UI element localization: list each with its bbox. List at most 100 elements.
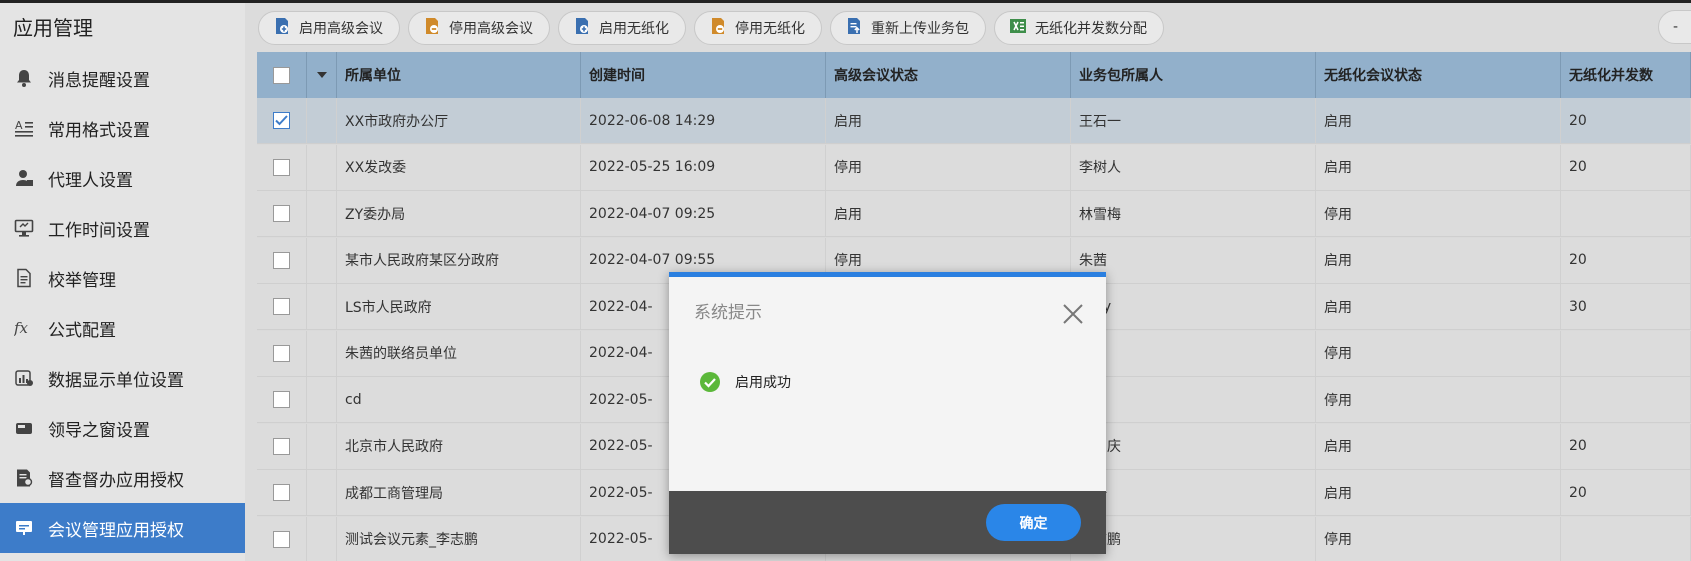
cell-paper: 启用: [1316, 423, 1561, 469]
cell-paper: 停用: [1316, 377, 1561, 422]
sidebar-item-selection[interactable]: 校举管理: [0, 253, 245, 303]
row-checkbox[interactable]: [273, 298, 290, 315]
cell-conc: 20: [1561, 98, 1691, 143]
cell-paper: 启用: [1316, 237, 1561, 283]
cell-owner: 王石一: [1071, 98, 1316, 143]
cell-paper: 启用: [1316, 144, 1561, 190]
window-icon: [0, 418, 48, 438]
user-icon: [0, 168, 48, 188]
sidebar-item-agent[interactable]: 代理人设置: [0, 153, 245, 203]
cell-unit: 朱茜的联络员单位: [337, 330, 581, 376]
cell-unit: ZY委办局: [337, 191, 581, 236]
cell-unit: 某市人民政府某区分政府: [337, 237, 581, 283]
formula-icon: fx: [0, 318, 48, 338]
cell-adv: 停用: [826, 144, 1071, 190]
row-checkbox-cell[interactable]: [257, 516, 307, 561]
reupload-package-button[interactable]: 重新上传业务包: [830, 11, 986, 45]
sidebar-item-label: 校举管理: [48, 270, 116, 291]
header-select-all[interactable]: [257, 52, 307, 98]
sidebar-title: 应用管理: [0, 3, 245, 53]
row-spacer: [307, 470, 337, 515]
cell-unit: XX市政府办公厅: [337, 98, 581, 143]
sidebar-item-supervision[interactable]: 督查督办应用授权: [0, 453, 245, 503]
cell-time: 2022-04-07 09:25: [581, 191, 826, 236]
cell-owner: 李树人: [1071, 144, 1316, 190]
cell-unit: cd: [337, 377, 581, 422]
sidebar-item-label: 领导之窗设置: [48, 420, 150, 441]
cell-owner: lx: [1071, 377, 1316, 422]
row-checkbox[interactable]: [273, 484, 290, 501]
sidebar-item-formula[interactable]: fx 公式配置: [0, 303, 245, 353]
checkmark-icon: [275, 115, 288, 126]
cell-conc: [1561, 377, 1691, 422]
col-header-time[interactable]: 创建时间: [581, 52, 826, 98]
cell-paper: 启用: [1316, 284, 1561, 329]
row-checkbox-cell[interactable]: [257, 330, 307, 376]
col-header-unit[interactable]: 所属单位: [337, 52, 581, 98]
cell-conc: 20: [1561, 470, 1691, 515]
table-row[interactable]: ZY委办局 2022-04-07 09:25 启用 林雪梅 停用: [257, 191, 1691, 237]
row-spacer: [307, 330, 337, 376]
meeting-icon: [0, 518, 48, 538]
row-checkbox[interactable]: [273, 112, 290, 129]
row-checkbox[interactable]: [273, 530, 290, 548]
row-checkbox[interactable]: [273, 437, 290, 455]
ok-button[interactable]: 确定: [986, 504, 1081, 541]
sidebar-item-data-unit[interactable]: 数据显示单位设置: [0, 353, 245, 403]
select-all-checkbox[interactable]: [273, 66, 290, 84]
svg-text:A: A: [15, 119, 23, 132]
disable-advanced-meeting-button[interactable]: 停用高级会议: [408, 11, 550, 45]
row-checkbox-cell[interactable]: [257, 470, 307, 515]
checklist-icon: [0, 468, 48, 488]
row-checkbox-cell[interactable]: [257, 284, 307, 329]
sidebar-item-leader-window[interactable]: 领导之窗设置: [0, 403, 245, 453]
dialog-footer: 确定: [669, 491, 1106, 554]
text-format-icon: A: [0, 118, 48, 138]
row-checkbox[interactable]: [273, 391, 290, 408]
cell-owner: [1071, 330, 1316, 376]
cell-unit: XX发改委: [337, 144, 581, 190]
close-icon[interactable]: [1061, 302, 1085, 326]
col-header-paper-status[interactable]: 无纸化会议状态: [1316, 52, 1561, 98]
enable-paperless-button[interactable]: 启用无纸化: [558, 11, 686, 45]
col-header-concurrency[interactable]: 无纸化并发数: [1561, 52, 1691, 98]
row-checkbox[interactable]: [273, 158, 290, 176]
spreadsheet-icon: [1009, 17, 1027, 39]
sidebar-item-label: 公式配置: [48, 320, 116, 341]
sidebar: 应用管理 消息提醒设置 A 常用格式设置 代理人设置 工作时间设置 校举管理 f…: [0, 3, 245, 561]
sidebar-item-message-reminder[interactable]: 消息提醒设置: [0, 53, 245, 103]
col-header-adv-status[interactable]: 高级会议状态: [826, 52, 1071, 98]
row-checkbox[interactable]: [273, 205, 290, 222]
success-check-icon: [700, 372, 720, 392]
row-checkbox-cell[interactable]: [257, 237, 307, 283]
disable-paperless-button[interactable]: 停用无纸化: [694, 11, 822, 45]
row-checkbox-cell[interactable]: [257, 191, 307, 236]
header-menu-dropdown[interactable]: [307, 52, 337, 98]
disable-icon: [709, 17, 727, 39]
sidebar-item-worktime[interactable]: 工作时间设置: [0, 203, 245, 253]
cell-paper: 启用: [1316, 98, 1561, 143]
row-checkbox-cell[interactable]: [257, 423, 307, 469]
row-checkbox-cell[interactable]: [257, 98, 307, 143]
row-checkbox-cell[interactable]: [257, 377, 307, 422]
enable-advanced-meeting-button[interactable]: 启用高级会议: [258, 11, 400, 45]
sidebar-item-meeting[interactable]: 会议管理应用授权: [0, 503, 245, 553]
cell-owner: 王国庆: [1071, 423, 1316, 469]
row-checkbox[interactable]: [273, 344, 290, 362]
sidebar-item-label: 消息提醒设置: [48, 70, 150, 91]
bell-icon: [0, 68, 48, 88]
row-checkbox[interactable]: [273, 251, 290, 269]
table-row[interactable]: XX市政府办公厅 2022-06-08 14:29 启用 王石一 启用 20: [257, 98, 1691, 144]
svg-text:fx: fx: [14, 319, 29, 337]
sidebar-item-format[interactable]: A 常用格式设置: [0, 103, 245, 153]
row-spacer: [307, 284, 337, 329]
enable-icon: [273, 17, 291, 39]
row-checkbox-cell[interactable]: [257, 144, 307, 190]
table-row[interactable]: XX发改委 2022-05-25 16:09 停用 李树人 启用 20: [257, 144, 1691, 191]
dialog-message: 启用成功: [699, 371, 791, 393]
concurrency-allocation-button[interactable]: 无纸化并发数分配: [994, 11, 1164, 45]
cell-paper: 停用: [1316, 330, 1561, 376]
cell-owner: 王一: [1071, 470, 1316, 515]
col-header-owner[interactable]: 业务包所属人: [1071, 52, 1316, 98]
toolbar-more-button[interactable]: -: [1658, 10, 1691, 44]
